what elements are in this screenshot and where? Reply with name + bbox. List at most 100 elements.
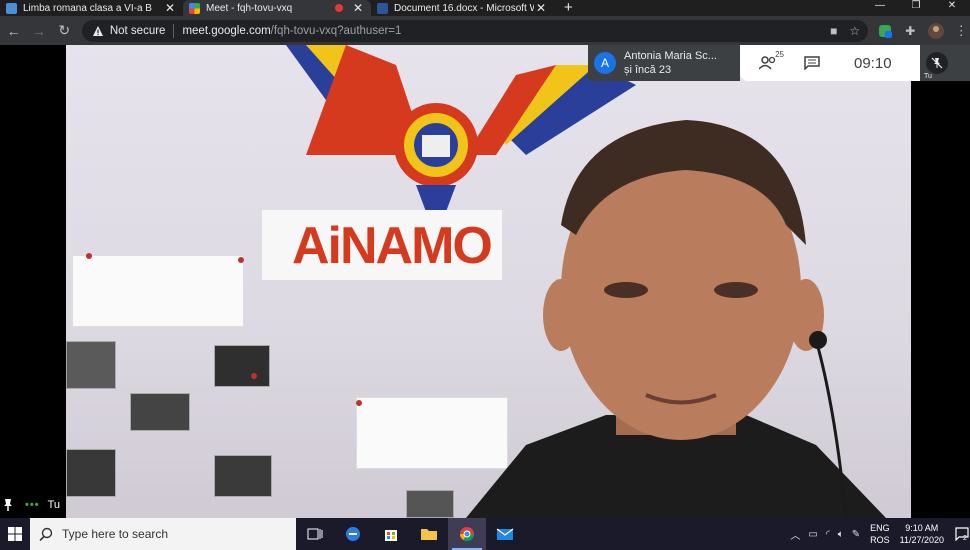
back-icon[interactable]: ← [2,19,25,43]
host-others: și încă 23 [624,64,672,76]
chevron-up-icon[interactable]: ︿ [790,527,800,542]
tab-title: Meet - fqh-tovu-vxq [206,2,293,14]
mail-icon [496,528,514,540]
close-window-icon[interactable]: ✕ [934,0,970,16]
divider [173,23,175,38]
bookmark-star-icon[interactable]: ☆ [849,24,860,38]
chat-icon [804,56,820,70]
address-bar[interactable]: Not secure meet.google.com /fqh-tovu-vxq… [81,19,869,42]
search-placeholder: Type here to search [62,527,169,541]
classroom-wall: AiNAMO [66,45,911,518]
unpin-button[interactable] [926,52,948,74]
meet-self-controls: ••• Tu [0,495,60,515]
photo [406,490,454,518]
self-label: Tu [924,73,932,80]
tab-document[interactable]: Document 16.docx - Microsoft W ✕ [371,0,554,16]
task-view-icon [307,528,323,540]
more-options-icon[interactable]: ••• [25,499,40,511]
extension-icon[interactable] [876,22,893,40]
video-feed: AiNAMO [0,45,970,518]
browser-toolbar: ← → ↻ Not secure meet.google.com /fqh-to… [0,16,970,45]
url-path: /fqh-tovu-vxq?authuser=1 [270,24,402,37]
window-controls: — ❐ ✕ [862,0,970,16]
recording-icon [335,4,343,12]
puzzle-icon[interactable]: ✚ [902,22,919,40]
wifi-icon[interactable]: ◜ [826,529,830,540]
notifications-button[interactable]: 2 [952,518,970,550]
close-tab-icon[interactable]: ✕ [163,1,177,15]
presenter-tile[interactable]: A Antonia Maria Sc... și încă 23 [588,45,740,81]
unpin-icon [931,57,943,69]
task-view-button[interactable] [296,518,334,550]
file-explorer-button[interactable] [410,518,448,550]
reload-icon[interactable]: ↻ [53,19,76,43]
photo [130,393,190,431]
taskbar-search[interactable]: Type here to search [30,518,296,550]
start-button[interactable] [0,518,30,550]
notification-count: 2 [963,534,967,542]
store-icon [385,530,397,541]
host-name: Antonia Maria Sc... [624,50,717,62]
maximize-icon[interactable]: ❐ [898,0,934,16]
menu-icon[interactable]: ⋮ [953,22,970,40]
taskbar-clock[interactable]: 9:10 AM 11/27/2020 [900,522,944,546]
pin [238,257,244,263]
meet-info-panel: 25 09:10 [740,45,920,81]
warning-icon [92,25,103,36]
paper-poster [72,255,244,327]
forward-icon[interactable]: → [27,19,50,43]
folder-icon [421,529,437,540]
omnibox-actions: ■ ☆ [830,24,860,38]
camera-icon[interactable]: ■ [830,24,837,38]
photo [66,449,116,497]
tab-meet[interactable]: Meet - fqh-tovu-vxq ✕ [183,0,371,16]
classroom-icon [6,2,17,14]
self-view-tile[interactable]: Tu [920,45,970,81]
store-button[interactable] [372,518,410,550]
photo [214,345,270,387]
input-language[interactable]: ENG ROS [870,522,890,546]
host-avatar: A [594,52,616,74]
url-host: meet.google.com [182,24,271,37]
lang-top: ENG [870,523,890,533]
windows-logo-icon [8,527,22,541]
system-tray: ︿ ▭ ◜ 🔈︎ ✎ ENG ROS 9:10 AM 11/27/2020 2 [786,518,970,550]
pen-icon[interactable]: ✎ [852,529,860,540]
chrome-button[interactable] [448,518,486,550]
minimize-icon[interactable]: — [862,0,898,16]
meeting-clock: 09:10 [854,54,892,72]
battery-icon[interactable]: ▭ [808,529,817,540]
pin [86,253,92,259]
tab-title: Document 16.docx - Microsoft W [394,2,534,14]
self-name-label: Tu [47,499,60,511]
profile-avatar-icon[interactable] [927,22,944,40]
mail-button[interactable] [486,518,524,550]
chrome-icon [460,527,474,541]
chat-button[interactable] [796,45,828,81]
clock-time: 9:10 AM [905,523,939,533]
close-tab-icon[interactable]: ✕ [351,1,365,15]
close-tab-icon[interactable]: ✕ [534,1,548,15]
pin [356,400,362,406]
tab-limba-romana[interactable]: Limba romana clasa a VI-a B ✕ [0,0,183,16]
security-label[interactable]: Not secure [110,25,166,37]
word-icon [377,2,388,14]
photo [66,341,116,389]
pin [251,373,257,379]
edge-button[interactable] [334,518,372,550]
tab-title: Limba romana clasa a VI-a B [23,2,152,14]
tab-strip: Limba romana clasa a VI-a B ✕ Meet - fqh… [0,0,970,16]
photo [214,455,272,497]
new-tab-button[interactable]: + [564,0,573,16]
windows-taskbar: Type here to search ︿ ▭ ◜ 🔈︎ ✎ ENG ROS 9… [0,518,970,550]
clock-date: 11/27/2020 [899,535,944,545]
banner-text: AiNAMO [292,217,493,275]
pin-icon[interactable] [3,498,13,512]
meet-icon [189,2,200,14]
volume-icon[interactable]: 🔈︎ [838,529,844,540]
people-button[interactable]: 25 [752,45,784,81]
lang-bottom: ROS [870,535,890,545]
student-video-image [466,120,886,518]
participant-count: 25 [775,50,784,59]
edge-icon [346,527,360,541]
